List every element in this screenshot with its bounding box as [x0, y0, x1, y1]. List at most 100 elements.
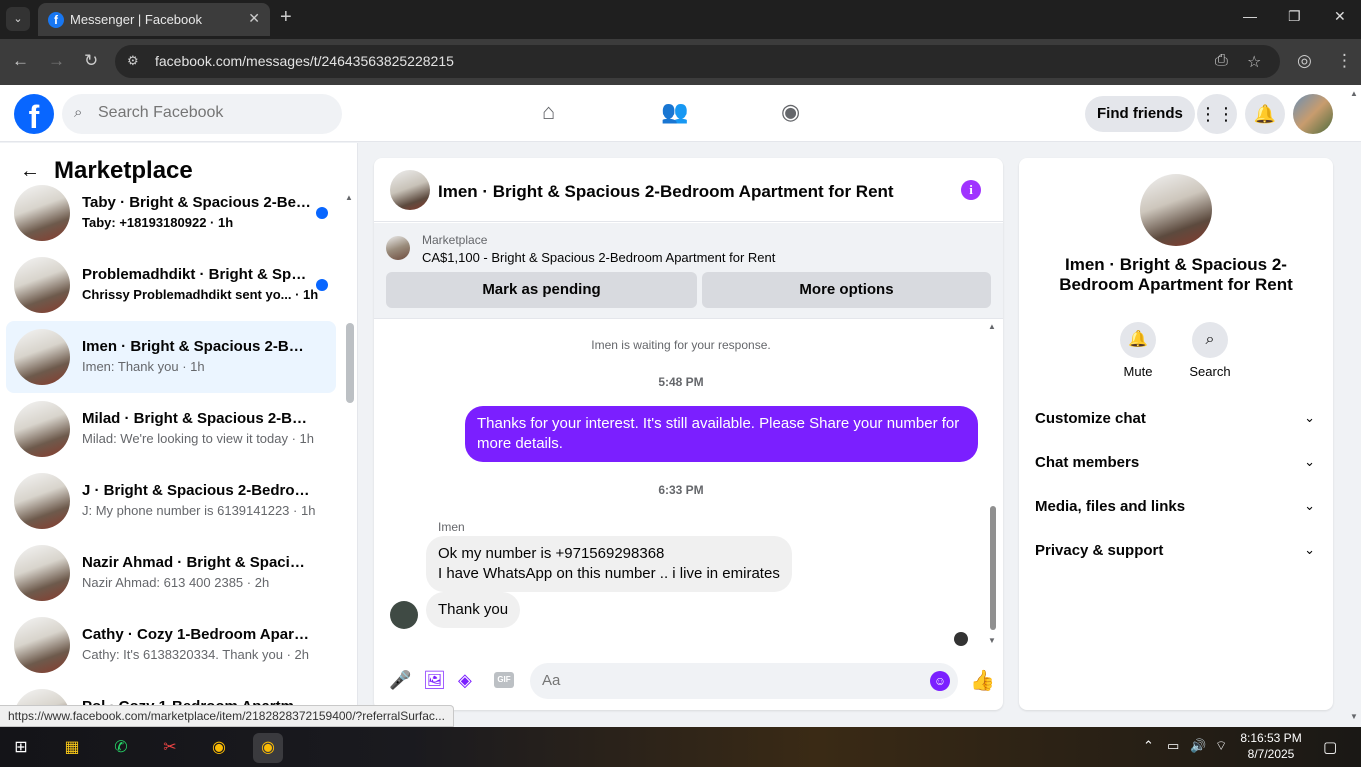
clock-date: 8/7/2025	[1247, 747, 1295, 761]
conversation-avatar	[14, 473, 70, 529]
snipping-tool-icon[interactable]: ✂	[155, 733, 185, 763]
message-line: Ok my number is +971569298368	[438, 545, 665, 562]
tab-close-icon[interactable]: ✕	[248, 10, 260, 27]
conversation-name: Milad · Bright & Spacious 2-Bedroom Apar…	[82, 410, 312, 427]
message-composer: 🎤 🖼 ◈ GIF ☺ 👍	[374, 658, 1003, 710]
message-input[interactable]	[542, 672, 912, 689]
groups-icon[interactable]: ◉	[781, 99, 800, 125]
address-bar[interactable]: ⚙ facebook.com/messages/t/24643563825228…	[115, 45, 1280, 78]
notification-center-icon[interactable]: ▢	[1323, 738, 1337, 756]
chrome-active-icon[interactable]: ◉	[253, 733, 283, 763]
section-media-files[interactable]: Media, files and links ⌄	[1035, 496, 1317, 520]
search-icon: ⌕	[74, 104, 83, 121]
menu-grid-icon[interactable]: ⋮⋮	[1197, 94, 1237, 134]
conversation-item[interactable]: Nazir Ahmad · Bright & Spacious 2-Bedroo…	[6, 537, 336, 609]
photo-icon[interactable]: 🖼	[423, 670, 446, 691]
notifications-bell-icon[interactable]: 🔔	[1245, 94, 1285, 134]
facebook-search[interactable]: ⌕	[62, 94, 342, 134]
conversation-preview: Imen: Thank you · 1h	[82, 359, 205, 374]
url-text[interactable]: facebook.com/messages/t/2464356382522821…	[155, 53, 454, 69]
chevron-down-icon: ⌄	[1304, 542, 1315, 557]
profile-icon[interactable]: ◎	[1297, 51, 1312, 71]
listing-title[interactable]: CA$1,100 - Bright & Spacious 2-Bedroom A…	[422, 250, 775, 265]
site-info-icon[interactable]: ⚙	[127, 53, 139, 69]
network-icon[interactable]: ⌔	[1215, 738, 1227, 754]
browser-navbar: ← → ↻ ⚙ facebook.com/messages/t/24643563…	[0, 39, 1361, 85]
thread-scroll-down-icon[interactable]: ▼	[988, 636, 996, 645]
microsoft-store-icon[interactable]: ▦	[57, 733, 87, 763]
profile-avatar[interactable]	[1140, 174, 1212, 246]
microphone-icon[interactable]: 🎤	[389, 670, 411, 691]
section-label: Customize chat	[1035, 410, 1146, 427]
section-customize-chat[interactable]: Customize chat ⌄	[1035, 408, 1317, 432]
bookmark-star-icon[interactable]: ☆	[1247, 52, 1261, 72]
chevron-down-icon: ⌄	[1304, 454, 1315, 469]
emoji-icon[interactable]: ☺	[930, 671, 950, 691]
mute-action[interactable]: 🔔 Mute	[1108, 322, 1168, 379]
page-scroll-down-icon[interactable]: ▼	[1350, 712, 1358, 721]
conversation-item[interactable]: Taby · Bright & Spacious 2-Bedroom Apart…	[6, 177, 336, 249]
minimize-icon[interactable]: —	[1243, 8, 1257, 24]
chat-title[interactable]: Imen · Bright & Spacious 2-Bedroom Apart…	[438, 182, 894, 202]
whatsapp-icon[interactable]: ✆	[106, 733, 136, 763]
incoming-message[interactable]: Ok my number is +971569298368 I have Wha…	[426, 536, 792, 592]
chat-avatar[interactable]	[390, 170, 430, 210]
conversation-item-active[interactable]: Imen · Bright & Spacious 2-Bedroom Apart…	[6, 321, 336, 393]
install-app-icon[interactable]: ⎙	[1215, 52, 1228, 70]
volume-icon[interactable]: 🔊	[1190, 738, 1206, 754]
listing-thumbnail[interactable]	[386, 236, 410, 260]
info-icon[interactable]: i	[961, 180, 981, 200]
page-scroll-up-icon[interactable]: ▲	[1350, 89, 1358, 98]
find-friends-button[interactable]: Find friends	[1085, 96, 1195, 132]
conversation-item[interactable]: Problemadhdikt · Bright & Spacious 2-Bed…	[6, 249, 336, 321]
new-tab-icon[interactable]: +	[280, 6, 292, 29]
gif-icon[interactable]: GIF	[494, 672, 514, 688]
profile-name: Imen · Bright & Spacious 2-Bedroom Apart…	[1059, 255, 1293, 294]
home-icon[interactable]: ⌂	[542, 99, 555, 125]
mark-pending-button[interactable]: Mark as pending	[386, 272, 697, 308]
search-input[interactable]	[98, 104, 318, 122]
tab-search-icon[interactable]: ⌄	[6, 7, 30, 31]
conversation-name: J · Bright & Spacious 2-Bedroom Apartmen…	[82, 482, 312, 499]
outgoing-message[interactable]: Thanks for your interest. It's still ava…	[465, 406, 978, 462]
browser-menu-icon[interactable]: ⋮	[1336, 51, 1353, 71]
section-chat-members[interactable]: Chat members ⌄	[1035, 452, 1317, 476]
sender-avatar[interactable]	[390, 601, 418, 629]
chrome-profile-a-icon[interactable]: ◉	[204, 733, 234, 763]
message-input-box[interactable]: ☺	[530, 663, 958, 699]
conversation-item[interactable]: J · Bright & Spacious 2-Bedroom Apartmen…	[6, 465, 336, 537]
search-action[interactable]: ⌕ Search	[1180, 322, 1240, 379]
battery-icon[interactable]: ▭	[1167, 738, 1179, 754]
thumbs-up-icon[interactable]: 👍	[970, 668, 995, 693]
sidebar-scroll-up-icon[interactable]: ▲	[345, 193, 353, 202]
more-options-button[interactable]: More options	[702, 272, 991, 308]
restore-icon[interactable]: ❐	[1288, 8, 1301, 25]
thread-scroll-up-icon[interactable]: ▲	[988, 322, 996, 331]
chevron-down-icon: ⌄	[1304, 498, 1315, 513]
seen-indicator-avatar	[954, 632, 968, 646]
sidebar-scrollbar[interactable]	[346, 323, 354, 403]
incoming-message[interactable]: Thank you	[426, 592, 521, 628]
conversation-list: Taby · Bright & Spacious 2-Bedroom Apart…	[6, 177, 336, 727]
chat-panel: Imen · Bright & Spacious 2-Bedroom Apart…	[374, 158, 1003, 710]
section-privacy-support[interactable]: Privacy & support ⌄	[1035, 540, 1317, 564]
account-avatar[interactable]	[1293, 94, 1333, 134]
close-window-icon[interactable]: ✕	[1334, 8, 1346, 25]
browser-tab-messenger[interactable]: f Messenger | Facebook ✕	[38, 3, 270, 36]
sticker-icon[interactable]: ◈	[458, 670, 472, 691]
reload-icon[interactable]: ↻	[84, 51, 98, 71]
conversation-item[interactable]: Milad · Bright & Spacious 2-Bedroom Apar…	[6, 393, 336, 465]
search-icon[interactable]: ⌕	[1192, 322, 1228, 358]
friends-icon[interactable]: 👥	[661, 99, 688, 125]
forward-icon[interactable]: →	[48, 51, 65, 71]
system-clock[interactable]: 8:16:53 PM 8/7/2025	[1234, 730, 1308, 762]
thread-scrollbar[interactable]	[990, 506, 996, 630]
conversation-preview: Milad: We're looking to view it today · …	[82, 431, 315, 446]
back-icon[interactable]: ←	[12, 51, 29, 71]
tray-expand-icon[interactable]: ⌃	[1143, 738, 1154, 754]
conversation-item[interactable]: Cathy · Cozy 1-Bedroom Apartment Cathy: …	[6, 609, 336, 681]
bell-icon[interactable]: 🔔	[1120, 322, 1156, 358]
facebook-logo-icon[interactable]: f	[14, 94, 54, 135]
conversation-name: Problemadhdikt · Bright & Spacious 2-Bed…	[82, 266, 312, 283]
windows-start-icon[interactable]: ⊞	[6, 733, 36, 763]
